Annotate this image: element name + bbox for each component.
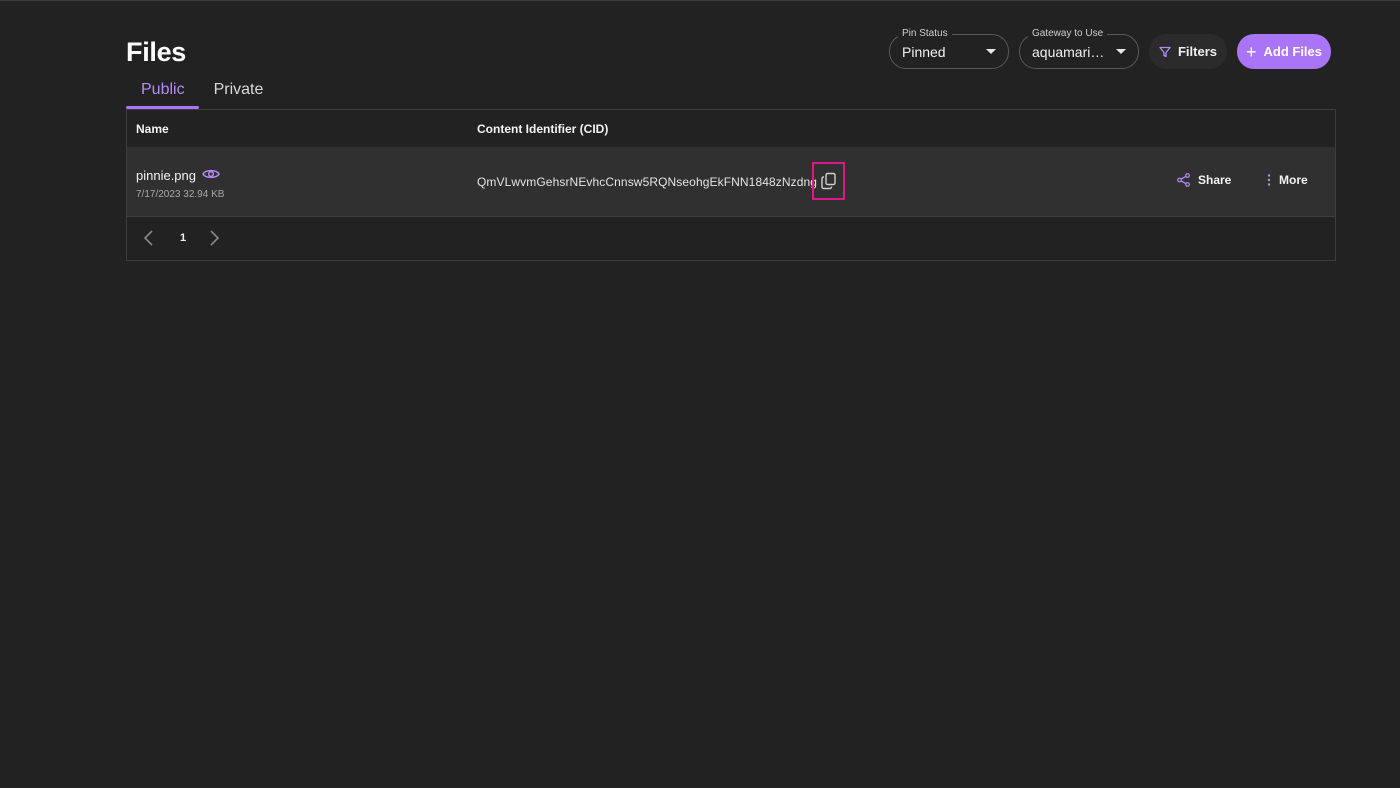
share-label: Share [1198, 173, 1232, 187]
column-header-cid: Content Identifier (CID) [477, 122, 609, 136]
eye-icon[interactable] [202, 167, 220, 181]
tabs: Public Private [126, 77, 277, 109]
page-number[interactable]: 1 [180, 232, 186, 244]
caret-down-icon [986, 49, 996, 54]
file-name: pinnie.png [136, 168, 196, 183]
table-header: Name Content Identifier (CID) [127, 110, 1335, 148]
gateway-select[interactable]: Gateway to Use aquamarin… [1019, 27, 1139, 69]
cid-value: QmVLwvmGehsrNEvhcCnnsw5RQNseohgEkFNN1848… [477, 175, 818, 189]
plus-icon: + [1245, 41, 1257, 62]
add-files-button[interactable]: + Add Files [1237, 34, 1331, 69]
share-icon [1177, 173, 1190, 187]
filters-button[interactable]: Filters [1149, 34, 1227, 69]
toolbar: Pin Status Pinned Gateway to Use aquamar… [889, 27, 1331, 69]
chevron-left-icon[interactable] [142, 229, 156, 247]
pin-status-label: Pin Status [898, 27, 952, 41]
file-meta: 7/17/2023 32.94 KB [136, 189, 225, 200]
column-header-name: Name [136, 122, 169, 136]
share-button[interactable]: Share [1177, 173, 1231, 187]
gateway-label: Gateway to Use [1028, 27, 1108, 41]
files-page: Files Pin Status Pinned Gateway to Use a… [0, 0, 1400, 788]
table-row[interactable]: pinnie.png 7/17/2023 32.94 KB QmVLwvmGeh… [127, 147, 1335, 217]
more-vertical-icon [1267, 174, 1271, 186]
tab-private[interactable]: Private [199, 77, 278, 109]
pin-status-value: Pinned [902, 43, 946, 60]
copy-cid-button[interactable] [812, 162, 845, 200]
chevron-right-icon[interactable] [207, 229, 221, 247]
gateway-value: aquamarin… [1032, 43, 1110, 60]
more-label: More [1279, 173, 1308, 187]
filters-label: Filters [1177, 44, 1217, 59]
add-files-label: Add Files [1263, 44, 1323, 59]
more-button[interactable]: More [1267, 173, 1308, 187]
filter-icon [1159, 46, 1171, 57]
copy-icon [820, 172, 836, 190]
caret-down-icon [1116, 49, 1126, 54]
page-title: Files [126, 37, 187, 67]
pin-status-select[interactable]: Pin Status Pinned [889, 27, 1009, 69]
files-table: Name Content Identifier (CID) pinnie.png… [126, 109, 1336, 261]
pagination: 1 [127, 218, 1335, 260]
tab-public[interactable]: Public [126, 77, 199, 109]
